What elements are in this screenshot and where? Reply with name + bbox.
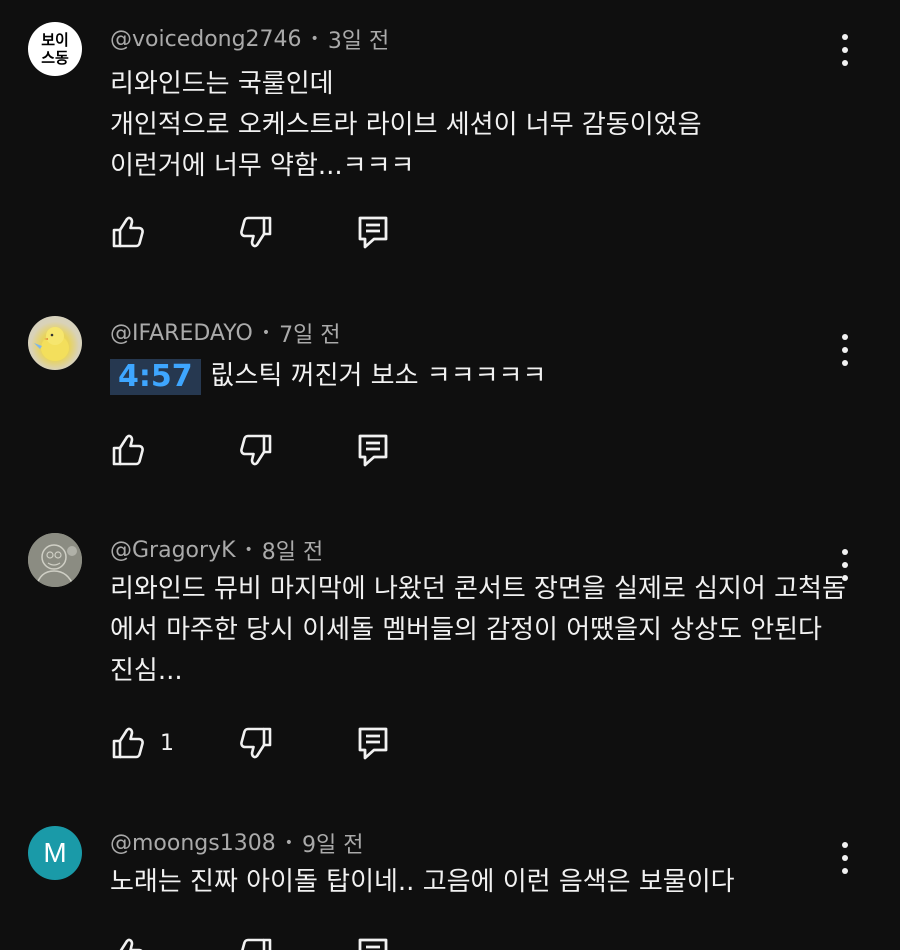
- separator-dot: •: [284, 835, 293, 851]
- comment-text: 노래는 진짜 아이돌 탑이네.. 고음에 이런 음색은 보물이다: [110, 862, 850, 903]
- avatar-letter: M: [43, 837, 67, 868]
- like-count: 1: [160, 730, 174, 756]
- chick-icon: [34, 327, 69, 361]
- comment-header: @IFAREDAYO • 7일 전: [110, 317, 341, 349]
- thumbs-up-icon: [112, 434, 144, 466]
- thumbs-up-icon: [112, 938, 144, 950]
- thumbs-down-icon: [240, 216, 272, 248]
- comment-time[interactable]: 9일 전: [302, 827, 363, 859]
- comment-text: 리와인드 뮤비 마지막에 나왔던 콘서트 장면을 실제로 심지어 고척돔 에서 …: [110, 569, 850, 692]
- thumbs-up-icon: [112, 216, 144, 248]
- author-name[interactable]: @moongs1308: [110, 831, 276, 856]
- reply-button[interactable]: [354, 430, 392, 470]
- like-button[interactable]: [108, 430, 160, 470]
- comment-line: 노래는 진짜 아이돌 탑이네.. 고음에 이런 음색은 보물이다: [110, 867, 735, 897]
- comment-line: 에서 마주한 당시 이세돌 멤버들의 감정이 어땠을지 상상도 안된다: [110, 615, 822, 645]
- reply-icon: [358, 727, 388, 760]
- like-button[interactable]: [108, 212, 160, 252]
- separator-dot: •: [261, 325, 271, 341]
- avatar[interactable]: [28, 316, 82, 370]
- comment-header: @moongs1308 • 9일 전: [110, 827, 363, 859]
- separator-dot: •: [244, 542, 253, 558]
- reply-button[interactable]: [354, 934, 392, 950]
- comment-time[interactable]: 7일 전: [279, 317, 340, 349]
- thumbs-down-icon: [240, 434, 272, 466]
- comment-actions: [108, 934, 408, 950]
- thumbs-down-icon: [240, 727, 272, 759]
- avatar-text: 스동: [41, 49, 69, 67]
- avatar-text: 보이: [41, 31, 69, 49]
- dislike-button[interactable]: [238, 212, 276, 252]
- comment-actions: [108, 430, 408, 470]
- reply-icon: [358, 938, 388, 950]
- comment-time[interactable]: 8일 전: [262, 534, 323, 566]
- timestamp-link[interactable]: 4:57: [110, 358, 201, 395]
- avatar-image: [28, 533, 82, 587]
- reply-icon: [358, 434, 388, 467]
- reply-icon: [358, 216, 388, 249]
- author-name[interactable]: @IFAREDAYO: [110, 321, 253, 346]
- avatar[interactable]: 보이 스동: [28, 22, 82, 76]
- comment-actions: 1: [108, 723, 408, 763]
- reply-button[interactable]: [354, 723, 392, 763]
- comment-line: 4:57 릾스틱 꺼진거 보소 ㅋㅋㅋㅋㅋ: [110, 356, 850, 397]
- thumbs-up-icon: [112, 727, 144, 759]
- comment-actions: [108, 212, 408, 252]
- avatar[interactable]: [28, 533, 82, 587]
- comment-line: 이런거에 너무 약함...ㅋㅋㅋ: [110, 151, 415, 181]
- separator-dot: •: [310, 31, 319, 47]
- comment-line-text: 릾스틱 꺼진거 보소 ㅋㅋㅋㅋㅋ: [210, 361, 547, 391]
- comment-line: 리와인드 뮤비 마지막에 나왔던 콘서트 장면을 실제로 심지어 고척돔: [110, 574, 846, 604]
- comment-text: 리와인드는 국룰인데 개인적으로 오케스트라 라이브 세션이 너무 감동이었음 …: [110, 64, 850, 187]
- comment-time[interactable]: 3일 전: [328, 23, 389, 55]
- comment-line: 리와인드는 국룰인데: [110, 69, 334, 99]
- comment-line: 진심...: [110, 656, 183, 686]
- thumbs-down-icon: [240, 938, 272, 950]
- dislike-button[interactable]: [238, 723, 276, 763]
- like-button[interactable]: 1: [108, 723, 174, 763]
- comment-header: @voicedong2746 • 3일 전: [110, 23, 389, 55]
- dislike-button[interactable]: [238, 430, 276, 470]
- comment-line: 개인적으로 오케스트라 라이브 세션이 너무 감동이었음: [110, 110, 702, 140]
- comment-header: @GragoryK • 8일 전: [110, 534, 323, 566]
- dislike-button[interactable]: [238, 934, 276, 950]
- author-name[interactable]: @GragoryK: [110, 538, 236, 563]
- like-button[interactable]: [108, 934, 160, 950]
- reply-button[interactable]: [354, 212, 392, 252]
- author-name[interactable]: @voicedong2746: [110, 27, 302, 52]
- avatar[interactable]: M: [28, 826, 82, 880]
- comment-text: 4:57 릾스틱 꺼진거 보소 ㅋㅋㅋㅋㅋ: [110, 356, 850, 397]
